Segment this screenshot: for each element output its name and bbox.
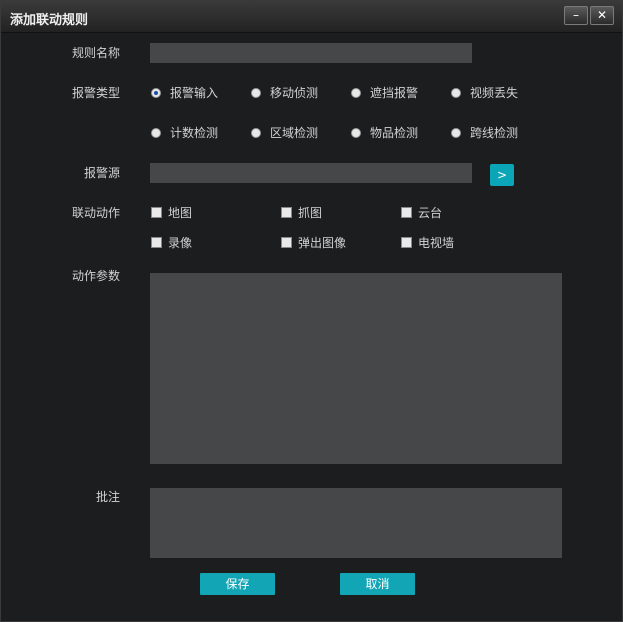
checkbox[interactable] bbox=[401, 237, 412, 248]
note-textarea[interactable] bbox=[150, 488, 562, 558]
checkbox-label: 云台 bbox=[418, 206, 443, 220]
cancel-button[interactable]: 取消 bbox=[340, 573, 415, 595]
checkbox-label: 录像 bbox=[168, 236, 193, 250]
dialog-title: 添加联动规则 bbox=[10, 13, 89, 28]
radio-motion-detection[interactable]: 移动侦测 bbox=[251, 84, 318, 101]
radio-alarm-input[interactable]: 报警输入 bbox=[151, 84, 218, 101]
radio-label: 区域检测 bbox=[270, 126, 319, 140]
alarm-source-input[interactable] bbox=[150, 163, 472, 183]
radio-button[interactable] bbox=[151, 87, 161, 98]
checkbox-snapshot[interactable]: 抓图 bbox=[281, 204, 322, 221]
radio-label: 遮挡报警 bbox=[370, 86, 419, 100]
radio-button[interactable] bbox=[151, 127, 161, 138]
radio-button[interactable] bbox=[351, 87, 361, 98]
close-button[interactable]: ✕ bbox=[590, 6, 614, 25]
minimize-button[interactable]: – bbox=[564, 6, 588, 25]
radio-button[interactable] bbox=[351, 127, 361, 138]
radio-button[interactable] bbox=[451, 127, 461, 138]
note-label: 批注 bbox=[96, 490, 121, 504]
checkbox-popup-image[interactable]: 弹出图像 bbox=[281, 234, 346, 251]
title-bar[interactable]: 添加联动规则 – ✕ bbox=[1, 1, 622, 33]
checkbox[interactable] bbox=[151, 207, 162, 218]
checkbox[interactable] bbox=[401, 207, 412, 218]
checkbox[interactable] bbox=[281, 237, 292, 248]
radio-label: 物品检测 bbox=[370, 126, 419, 140]
select-alarm-source-button[interactable]: > bbox=[490, 164, 514, 186]
checkbox-label: 弹出图像 bbox=[298, 236, 347, 250]
checkbox[interactable] bbox=[281, 207, 292, 218]
radio-object-detection[interactable]: 物品检测 bbox=[351, 124, 418, 141]
rule-name-label: 规则名称 bbox=[72, 46, 121, 60]
radio-label: 移动侦测 bbox=[270, 86, 319, 100]
radio-line-crossing[interactable]: 跨线检测 bbox=[451, 124, 518, 141]
linkage-action-label: 联动动作 bbox=[72, 206, 121, 220]
action-params-label: 动作参数 bbox=[72, 269, 121, 283]
dialog-window: 添加联动规则 – ✕ 规则名称 报警类型 报警输入 移动侦测 遮挡报警 视频丢失… bbox=[0, 0, 623, 622]
radio-button[interactable] bbox=[251, 87, 261, 98]
rule-name-input[interactable] bbox=[150, 43, 472, 63]
save-button[interactable]: 保存 bbox=[200, 573, 275, 595]
radio-label: 报警输入 bbox=[170, 86, 219, 100]
chevron-right-icon: > bbox=[496, 168, 508, 182]
checkbox-ptz[interactable]: 云台 bbox=[401, 204, 442, 221]
radio-count-detection[interactable]: 计数检测 bbox=[151, 124, 218, 141]
checkbox-label: 抓图 bbox=[298, 206, 323, 220]
radio-button[interactable] bbox=[251, 127, 261, 138]
alarm-type-label: 报警类型 bbox=[72, 86, 121, 100]
checkbox-label: 地图 bbox=[168, 206, 193, 220]
radio-label: 计数检测 bbox=[170, 126, 219, 140]
alarm-source-label: 报警源 bbox=[84, 166, 121, 180]
checkbox[interactable] bbox=[151, 237, 162, 248]
checkbox-video-wall[interactable]: 电视墙 bbox=[401, 234, 454, 251]
radio-label: 视频丢失 bbox=[470, 86, 519, 100]
radio-area-detection[interactable]: 区域检测 bbox=[251, 124, 318, 141]
checkbox-label: 电视墙 bbox=[418, 236, 455, 250]
radio-video-loss[interactable]: 视频丢失 bbox=[451, 84, 518, 101]
radio-occlusion-alarm[interactable]: 遮挡报警 bbox=[351, 84, 418, 101]
radio-button[interactable] bbox=[451, 87, 461, 98]
radio-label: 跨线检测 bbox=[470, 126, 519, 140]
checkbox-recording[interactable]: 录像 bbox=[151, 234, 192, 251]
checkbox-map[interactable]: 地图 bbox=[151, 204, 192, 221]
action-params-panel[interactable] bbox=[150, 273, 562, 464]
